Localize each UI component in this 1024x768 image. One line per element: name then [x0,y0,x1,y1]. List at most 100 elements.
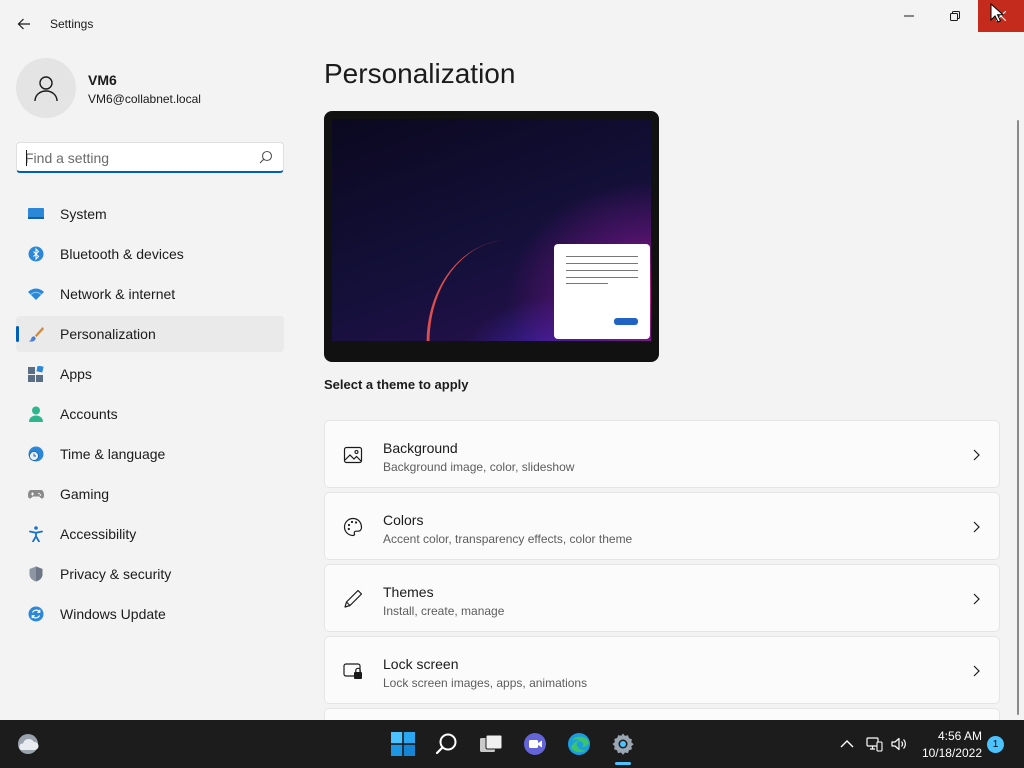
lock-screen-icon [343,663,362,679]
card-partial-next[interactable] [324,708,1000,720]
search-icon [435,733,457,755]
network-icon[interactable] [865,735,883,753]
volume-icon[interactable] [890,735,908,753]
sidebar-item-privacy-security[interactable]: Privacy & security [16,556,284,592]
sidebar-item-label: Gaming [60,486,110,502]
shield-icon [29,566,43,582]
back-button[interactable] [10,10,38,38]
sidebar-item-label: Windows Update [60,606,166,622]
clock-time[interactable]: 4:56 AM [926,729,982,743]
card-subtitle: Install, create, manage [383,604,505,618]
card-themes[interactable]: Themes Install, create, manage [324,564,1000,632]
active-app-indicator [615,762,631,765]
sidebar-item-bluetooth[interactable]: Bluetooth & devices [16,236,284,272]
update-icon [28,606,44,622]
sidebar-item-label: Network & internet [60,286,176,302]
settings-taskbar-button[interactable] [608,729,638,759]
sidebar-item-label: Accessibility [60,526,137,542]
edge-icon [568,733,590,755]
sidebar-item-time-language[interactable]: Time & language [16,436,284,472]
windows-logo-icon [391,732,415,756]
weather-widget-icon[interactable] [14,731,42,757]
title-bar: Settings [0,0,1024,48]
scrollbar[interactable] [1017,120,1019,715]
text-caret [26,150,27,166]
sidebar-item-label: Bluetooth & devices [60,246,184,262]
preview-line [566,256,638,257]
sidebar-nav: System Bluetooth & devices Network & int… [16,196,284,636]
back-arrow-icon [17,18,30,30]
start-button[interactable] [388,729,418,759]
user-email: VM6@collabnet.local [88,92,201,106]
theme-preview [324,111,659,362]
sidebar-item-gaming[interactable]: Gaming [16,476,284,512]
user-icon [34,76,58,102]
sidebar-item-label: Personalization [60,326,156,342]
preview-line [566,283,608,284]
card-subtitle: Lock screen images, apps, animations [383,676,588,690]
page-title: Personalization [324,58,516,89]
image-icon [343,446,363,464]
card-title: Colors [383,512,424,528]
edge-browser-button[interactable] [564,729,594,759]
card-subtitle: Accent color, transparency effects, colo… [383,532,633,546]
sidebar-item-label: Privacy & security [60,566,172,582]
card-colors[interactable]: Colors Accent color, transparency effect… [324,492,1000,560]
chevron-right-icon [973,449,980,461]
chevron-up-icon[interactable] [838,735,856,753]
task-view-icon [480,734,503,752]
teams-chat-button[interactable] [520,729,550,759]
theme-section-label: Select a theme to apply [324,377,469,392]
card-title: Themes [383,584,434,600]
mouse-cursor-icon [990,3,1004,23]
card-title: Background [383,440,458,456]
brush-icon [28,327,44,342]
chevron-right-icon [973,521,980,533]
settings-cards: Background Background image, color, slid… [324,420,1000,724]
clock-date[interactable]: 10/18/2022 [918,746,982,760]
card-lock-screen[interactable]: Lock screen Lock screen images, apps, an… [324,636,1000,704]
sidebar-item-network[interactable]: Network & internet [16,276,284,312]
taskbar: 4:56 AM 10/18/2022 [0,720,1024,768]
sidebar-item-personalization[interactable]: Personalization [16,316,284,352]
minimize-icon [904,15,914,17]
task-view-button[interactable] [476,729,506,759]
avatar [16,58,76,118]
preview-button-mock [614,318,638,325]
chevron-right-icon [973,593,980,605]
app-title: Settings [50,17,94,31]
palette-icon [343,517,363,537]
card-background[interactable]: Background Background image, color, slid… [324,420,1000,488]
search-input[interactable] [25,148,250,168]
accounts-icon [29,406,43,422]
accessibility-icon [29,526,43,542]
notification-badge[interactable]: 1 [987,736,1004,753]
globe-clock-icon [28,446,44,462]
search-box[interactable] [16,142,284,173]
restore-icon [950,11,960,21]
chevron-right-icon [973,665,980,677]
preview-line [566,270,638,271]
taskbar-search-button[interactable] [432,729,462,759]
sidebar-item-label: Apps [60,366,92,382]
sidebar-item-windows-update[interactable]: Windows Update [16,596,284,632]
sidebar-item-system[interactable]: System [16,196,284,232]
sidebar-item-label: System [60,206,107,222]
apps-icon [28,366,44,382]
restore-button[interactable] [932,0,978,32]
preview-wallpaper [332,119,651,341]
sidebar-item-label: Time & language [60,446,166,462]
preview-line [566,263,638,264]
preview-line [566,277,638,278]
search-icon [259,150,273,164]
minimize-button[interactable] [886,0,932,32]
chat-icon [524,733,546,755]
user-name: VM6 [88,72,117,88]
wifi-icon [28,288,44,300]
sidebar-item-accounts[interactable]: Accounts [16,396,284,432]
gear-icon [612,733,634,755]
sidebar-item-apps[interactable]: Apps [16,356,284,392]
sidebar-item-label: Accounts [60,406,118,422]
sidebar-item-accessibility[interactable]: Accessibility [16,516,284,552]
card-subtitle: Background image, color, slideshow [383,460,575,474]
